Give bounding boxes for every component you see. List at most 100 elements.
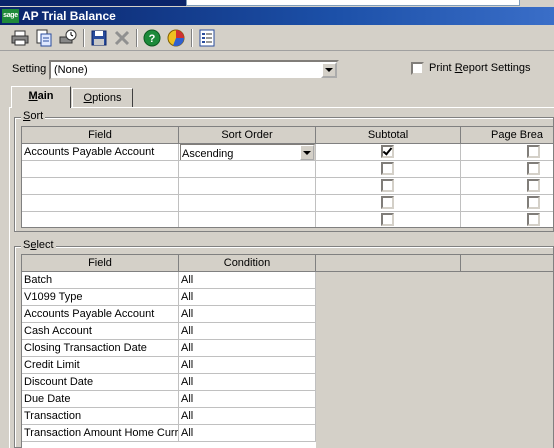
page-break-checkbox[interactable] (527, 145, 540, 158)
schedule-button[interactable] (57, 27, 79, 49)
select-grid-empty-area (316, 272, 553, 448)
sort-row-subtotal-cell (316, 161, 461, 178)
select-row-condition[interactable]: All (179, 391, 316, 408)
chart-icon (167, 29, 185, 47)
delete-icon (114, 30, 130, 46)
toolbar-separator (191, 29, 193, 47)
window-title: AP Trial Balance (22, 9, 116, 23)
select-row-field[interactable]: V1099 Type (22, 289, 179, 306)
sort-row-field[interactable] (22, 161, 179, 178)
sort-header-sort-order[interactable]: Sort Order (179, 127, 316, 144)
select-header-condition[interactable]: Condition (179, 255, 316, 272)
sort-row-order[interactable] (179, 178, 316, 195)
sort-header-subtotal[interactable]: Subtotal (316, 127, 461, 144)
select-header-blank (461, 255, 553, 272)
tab-options[interactable]: Options (72, 88, 133, 108)
select-row-field[interactable]: Closing Transaction Date (22, 340, 179, 357)
sort-row-order[interactable] (179, 161, 316, 178)
setting-value: (None) (54, 64, 88, 76)
sort-row-subtotal-cell (316, 195, 461, 212)
save-button[interactable] (88, 27, 110, 49)
background-window-bar (0, 0, 186, 6)
setting-dropdown[interactable]: (None) (49, 60, 339, 80)
sort-row-order[interactable]: Ascending (179, 144, 316, 161)
setting-dropdown-button[interactable] (321, 62, 337, 78)
print-icon (11, 30, 29, 46)
select-row-field[interactable]: Discount Date (22, 374, 179, 391)
toolbar-separator (136, 29, 138, 47)
select-row-field[interactable]: Transaction (22, 408, 179, 425)
toolbar-separator (83, 29, 85, 47)
sort-order-dropdown[interactable]: Ascending (180, 144, 315, 160)
setting-label: Setting (12, 63, 47, 75)
select-row-field[interactable]: Cash Account (22, 323, 179, 340)
sort-row-subtotal-cell (316, 212, 461, 227)
background-search-box (186, 0, 520, 6)
subtotal-checkbox[interactable] (381, 145, 394, 158)
subtotal-checkbox[interactable] (381, 162, 394, 175)
settings-list-button[interactable] (196, 27, 218, 49)
sort-row-field[interactable]: Accounts Payable Account (22, 144, 179, 161)
chevron-down-icon (325, 68, 333, 72)
subtotal-checkbox[interactable] (381, 179, 394, 192)
select-row-field[interactable]: Batch (22, 272, 179, 289)
select-row-field[interactable]: Accounts Payable Account (22, 306, 179, 323)
chart-button[interactable] (165, 27, 187, 49)
select-row-condition[interactable]: All (179, 272, 316, 289)
select-row-condition[interactable]: All (179, 340, 316, 357)
background-window-strip (0, 0, 554, 7)
save-icon (91, 30, 107, 46)
page-break-checkbox[interactable] (527, 196, 540, 209)
sort-row-page-break-cell (461, 144, 553, 161)
select-row-condition[interactable]: All (179, 425, 316, 442)
title-bar[interactable]: sage AP Trial Balance (0, 7, 554, 25)
help-icon: ? (143, 29, 161, 47)
chevron-down-icon (303, 150, 311, 155)
print-preview-icon (36, 29, 52, 47)
sort-row-order[interactable] (179, 195, 316, 212)
select-grid: Field Condition Batch All V1099 Type All… (21, 254, 554, 448)
select-row-field[interactable]: Credit Limit (22, 357, 179, 374)
select-row-condition[interactable]: All (179, 408, 316, 425)
select-row-field[interactable]: Due Date (22, 391, 179, 408)
svg-text:?: ? (149, 33, 156, 45)
sort-row-page-break-cell (461, 195, 553, 212)
schedule-icon (59, 29, 77, 44)
page-break-checkbox[interactable] (527, 179, 540, 192)
sort-row-field[interactable] (22, 195, 179, 212)
sort-order-dropdown-button[interactable] (300, 145, 314, 160)
sort-row-order[interactable] (179, 212, 316, 227)
print-report-settings-checkbox[interactable] (411, 62, 424, 75)
select-row-condition[interactable]: All (179, 289, 316, 306)
sort-row-field[interactable] (22, 178, 179, 195)
page-break-checkbox[interactable] (527, 213, 540, 226)
sort-row-field[interactable] (22, 212, 179, 227)
select-row-condition[interactable]: All (179, 357, 316, 374)
page-break-checkbox[interactable] (527, 162, 540, 175)
print-report-settings-label[interactable]: Print Report Settings (429, 62, 531, 74)
sort-row-subtotal-cell (316, 144, 461, 161)
sort-header-page-break[interactable]: Page Brea (461, 127, 553, 144)
sort-row-page-break-cell (461, 161, 553, 178)
delete-button[interactable] (111, 27, 133, 49)
select-row-field[interactable]: Transaction Amount Home Curre (22, 425, 179, 442)
select-group-title: Select (21, 239, 56, 251)
select-row-condition[interactable]: All (179, 374, 316, 391)
select-row-condition[interactable]: All (179, 323, 316, 340)
select-header-blank (316, 255, 461, 272)
subtotal-checkbox[interactable] (381, 213, 394, 226)
print-button[interactable] (9, 27, 31, 49)
select-header-field[interactable]: Field (22, 255, 179, 272)
help-button[interactable]: ? (141, 27, 163, 49)
sort-header-field[interactable]: Field (22, 127, 179, 144)
sort-grid: Field Sort Order Subtotal Page Brea Acco… (21, 126, 554, 228)
settings-list-icon (199, 29, 215, 47)
print-preview-button[interactable] (33, 27, 55, 49)
sort-row-page-break-cell (461, 178, 553, 195)
subtotal-checkbox[interactable] (381, 196, 394, 209)
sort-row-page-break-cell (461, 212, 553, 227)
sage-logo: sage (2, 9, 19, 23)
select-row-condition[interactable]: All (179, 306, 316, 323)
tab-main[interactable]: Main (11, 86, 71, 108)
toolbar: ? (0, 25, 554, 51)
